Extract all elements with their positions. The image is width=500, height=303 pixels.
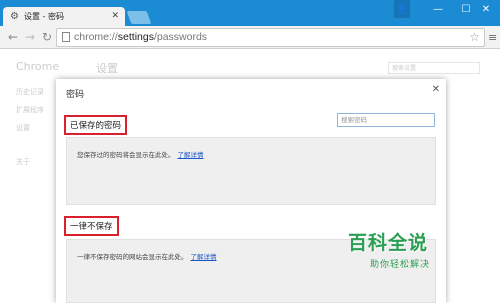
gear-icon: ⚙	[10, 10, 19, 22]
back-icon[interactable]: ←	[8, 30, 18, 44]
sidebar-item-extensions[interactable]: 扩展程序	[16, 105, 44, 115]
password-search-input[interactable]: 搜索密码	[337, 113, 435, 127]
close-window-button[interactable]: ✕	[472, 0, 500, 18]
minimize-button[interactable]: —	[424, 0, 452, 18]
toolbar: ← → ↻ chrome://settings/passwords ☆ ≡	[0, 26, 500, 49]
sidebar-title: Chrome	[16, 60, 60, 73]
watermark-subtitle: 助你轻松解决	[370, 260, 431, 270]
reload-icon[interactable]: ↻	[42, 30, 52, 44]
dialog-title: 密码	[66, 90, 85, 100]
new-tab-button[interactable]	[126, 11, 152, 24]
sidebar-item-about[interactable]: 关于	[16, 157, 30, 167]
learn-more-link-2[interactable]: 了解详情	[191, 253, 217, 261]
user-icon[interactable]: 👤	[394, 0, 410, 18]
address-bar[interactable]: chrome://settings/passwords ☆	[56, 28, 485, 47]
watermark-title: 百科全说	[348, 232, 429, 254]
page-title: 设置	[96, 62, 118, 75]
saved-passwords-heading: 已保存的密码	[64, 115, 128, 135]
saved-passwords-message: 您保存过的密码将会显示在此处。 了解详情	[77, 151, 204, 159]
saved-passwords-list: 您保存过的密码将会显示在此处。 了解详情	[66, 137, 436, 205]
sidebar-item-history[interactable]: 历史记录	[16, 87, 44, 97]
title-bar: ⚙ 设置 - 密码 ✕ 👤 — ☐ ✕	[0, 0, 500, 26]
tab-settings[interactable]: ⚙ 设置 - 密码 ✕	[3, 7, 125, 26]
tab-close-icon[interactable]: ✕	[111, 11, 119, 21]
learn-more-link[interactable]: 了解详情	[178, 151, 204, 159]
page-icon	[62, 32, 70, 42]
forward-icon[interactable]: →	[25, 30, 35, 44]
menu-icon[interactable]: ≡	[488, 31, 497, 44]
url-text: chrome://settings/passwords	[74, 31, 208, 43]
never-saved-heading: 一律不保存	[64, 216, 119, 236]
never-saved-message: 一律不保存密码的网站会显示在此处。 了解详情	[77, 253, 217, 261]
watermark-logo: 百科全说 助你轻松解决	[348, 228, 472, 270]
settings-search-input[interactable]: 搜索设置	[388, 62, 480, 74]
close-icon[interactable]: ✕	[432, 84, 440, 95]
tab-title: 设置 - 密码	[24, 12, 64, 21]
sidebar-item-settings[interactable]: 设置	[16, 123, 30, 133]
bookmark-star-icon[interactable]: ☆	[469, 30, 480, 44]
